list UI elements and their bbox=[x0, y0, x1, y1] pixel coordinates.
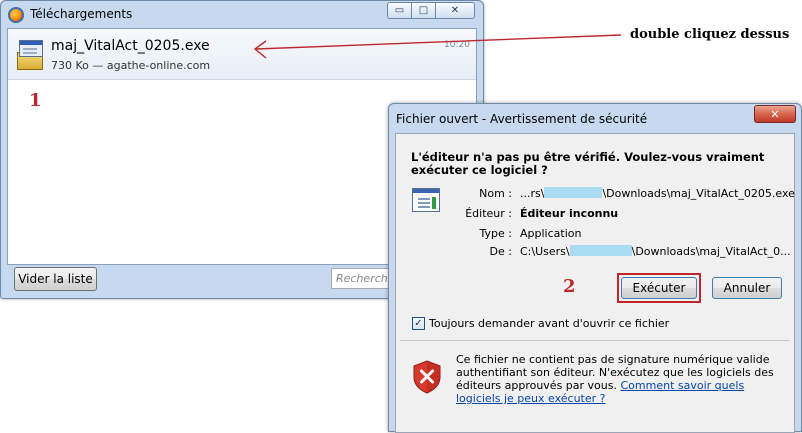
always-ask-label[interactable]: Toujours demander avant d'ouvrir ce fich… bbox=[429, 317, 669, 330]
search-input[interactable]: Rechercher bbox=[331, 268, 391, 289]
maximize-button[interactable]: □ bbox=[411, 2, 436, 19]
publisher-label: Éditeur : bbox=[465, 207, 512, 220]
clear-list-button[interactable]: Vider la liste bbox=[14, 267, 97, 291]
run-button[interactable]: Exécuter bbox=[621, 277, 697, 299]
download-time: 10:20 bbox=[444, 40, 470, 50]
redacted-username bbox=[569, 245, 632, 256]
publisher-value: Éditeur inconnu bbox=[520, 207, 619, 220]
download-meta: 730 Ko — agathe-online.com bbox=[51, 59, 211, 72]
cancel-button[interactable]: Annuler bbox=[712, 277, 782, 299]
security-dialog: Fichier ouvert - Avertissement de sécuri… bbox=[388, 103, 802, 433]
download-filename: maj_VitalAct_0205.exe bbox=[51, 38, 210, 54]
installer-icon bbox=[15, 38, 45, 70]
step-number-2: 2 bbox=[563, 276, 576, 297]
type-label: Type : bbox=[479, 227, 512, 240]
step-number-1: 1 bbox=[29, 90, 42, 111]
annotation-text: double cliquez dessus bbox=[630, 27, 790, 42]
divider bbox=[400, 340, 790, 341]
firefox-icon bbox=[8, 7, 24, 23]
shield-error-icon bbox=[413, 360, 441, 394]
downloads-titlebar[interactable]: Téléchargements ▭ □ ✕ bbox=[1, 1, 483, 28]
security-title: Fichier ouvert - Avertissement de sécuri… bbox=[396, 112, 648, 126]
from-value: C:\Users\ \Downloads\maj_VitalAct_0... bbox=[520, 245, 791, 258]
security-question: L'éditeur n'a pas pu être vérifié. Voule… bbox=[411, 150, 765, 177]
security-warning: Ce fichier ne contient pas de signature … bbox=[456, 353, 774, 405]
security-titlebar[interactable]: Fichier ouvert - Avertissement de sécuri… bbox=[389, 104, 801, 130]
always-ask-checkbox[interactable]: ✓ bbox=[412, 317, 425, 330]
dialog-close-button[interactable]: ✕ bbox=[754, 105, 796, 123]
minimize-button[interactable]: ▭ bbox=[387, 2, 412, 19]
type-value: Application bbox=[520, 227, 582, 240]
download-item[interactable]: maj_VitalAct_0205.exe 730 Ko — agathe-on… bbox=[8, 29, 476, 80]
name-label: Nom : bbox=[479, 187, 512, 200]
name-value: ...rs\ \Downloads\maj_VitalAct_0205.exe bbox=[520, 187, 795, 200]
downloads-title: Téléchargements bbox=[30, 7, 133, 21]
close-button[interactable]: ✕ bbox=[435, 2, 475, 19]
redacted-username bbox=[544, 187, 603, 198]
from-label: De : bbox=[489, 245, 512, 258]
security-body: L'éditeur n'a pas pu être vérifié. Voule… bbox=[395, 133, 795, 433]
